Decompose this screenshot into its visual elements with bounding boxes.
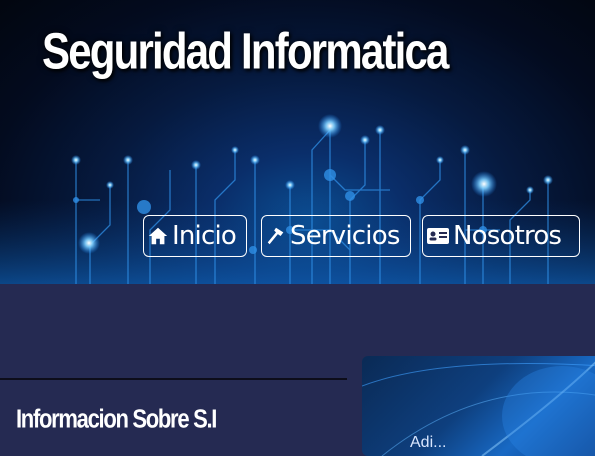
site-title: Seguridad Informatica [42,22,449,80]
nav-nosotros-button[interactable]: Nosotros [422,215,580,257]
home-icon [148,227,168,245]
nav-servicios-label: Servicios [290,221,400,251]
hero-banner: Seguridad Informatica Inicio Servicios N… [0,0,595,284]
hammer-icon [267,227,284,245]
nav-servicios-button[interactable]: Servicios [261,215,411,257]
section-image: Adi... [362,356,595,456]
nav-inicio-button[interactable]: Inicio [143,215,247,257]
tech-graphic [362,361,595,456]
id-card-icon [427,228,449,244]
section-title: Informacion Sobre S.I [16,404,217,434]
nav-inicio-label: Inicio [172,221,237,251]
section-divider [0,378,347,380]
nav-nosotros-label: Nosotros [453,221,562,251]
image-caption: Adi... [410,434,447,451]
